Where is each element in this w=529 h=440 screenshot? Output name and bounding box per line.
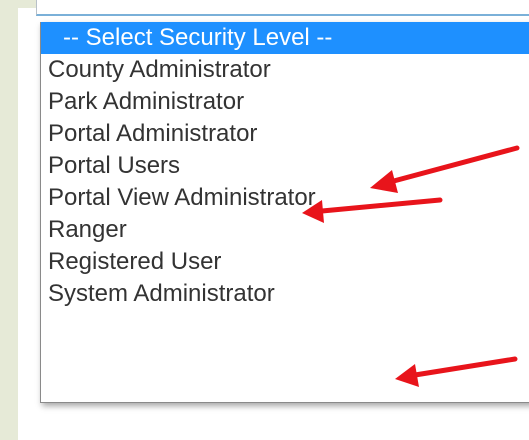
- option-county-administrator[interactable]: County Administrator: [41, 54, 529, 86]
- security-level-listbox[interactable]: -- Select Security Level -- County Admin…: [40, 22, 529, 403]
- option-portal-view-administrator[interactable]: Portal View Administrator: [41, 182, 529, 214]
- option-park-administrator[interactable]: Park Administrator: [41, 86, 529, 118]
- option-registered-user[interactable]: Registered User: [41, 246, 529, 278]
- option-select-security-level[interactable]: -- Select Security Level --: [41, 22, 529, 54]
- option-system-administrator[interactable]: System Administrator: [41, 278, 529, 310]
- option-ranger[interactable]: Ranger: [41, 214, 529, 246]
- option-portal-users[interactable]: Portal Users: [41, 150, 529, 182]
- option-portal-administrator[interactable]: Portal Administrator: [41, 118, 529, 150]
- security-level-select[interactable]: [36, 0, 529, 16]
